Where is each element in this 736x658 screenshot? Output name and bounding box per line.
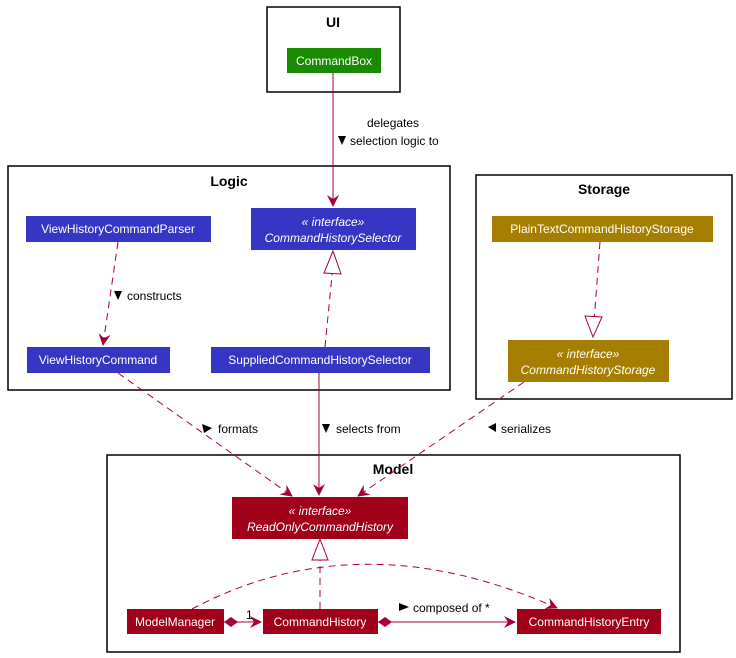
class-command-history-entry[interactable]: CommandHistoryEntry — [517, 609, 661, 634]
uml-class-diagram: UI Logic Storage Model delegates selecti… — [7, 6, 733, 653]
label-serializes: serializes — [501, 422, 551, 436]
class-plain-text-command-history-storage[interactable]: PlainTextCommandHistoryStorage — [492, 216, 713, 242]
class-name: CommandHistorySelector — [265, 231, 403, 245]
direction-arrow-icon — [322, 424, 330, 433]
label-selects-from: selects from — [336, 422, 401, 436]
package-title: UI — [326, 14, 340, 30]
class-name: ReadOnlyCommandHistory — [247, 520, 394, 534]
stereotype: « interface» — [557, 347, 620, 361]
class-name: CommandHistoryEntry — [529, 615, 650, 629]
direction-arrow-icon — [338, 136, 346, 145]
class-name: ViewHistoryCommandParser — [41, 222, 195, 236]
class-name: SuppliedCommandHistorySelector — [228, 353, 411, 367]
stereotype: « interface» — [289, 504, 352, 518]
label-constructs: constructs — [127, 289, 182, 303]
stereotype: « interface» — [302, 215, 365, 229]
label-selection-logic: selection logic to — [350, 134, 439, 148]
class-view-history-command-parser[interactable]: ViewHistoryCommandParser — [26, 216, 211, 242]
direction-arrow-icon — [202, 424, 212, 433]
class-name: ModelManager — [135, 615, 215, 629]
package-title: Model — [373, 461, 413, 477]
class-name: CommandBox — [296, 54, 372, 68]
class-name: CommandHistory — [274, 615, 367, 629]
interface-read-only-command-history[interactable]: « interface» ReadOnlyCommandHistory — [232, 497, 408, 539]
label-formats: formats — [218, 422, 258, 436]
class-model-manager[interactable]: ModelManager — [127, 609, 224, 634]
class-command-history[interactable]: CommandHistory — [263, 609, 378, 634]
class-name: PlainTextCommandHistoryStorage — [510, 222, 694, 236]
package-title: Storage — [578, 181, 630, 197]
label-multiplicity: 1 — [246, 608, 253, 622]
class-view-history-command[interactable]: ViewHistoryCommand — [27, 347, 170, 373]
label-delegates: delegates — [367, 116, 419, 130]
package-title: Logic — [210, 173, 248, 189]
interface-command-history-storage[interactable]: « interface» CommandHistoryStorage — [508, 340, 669, 382]
interface-command-history-selector[interactable]: « interface» CommandHistorySelector — [251, 208, 416, 250]
class-command-box[interactable]: CommandBox — [287, 48, 381, 73]
class-supplied-command-history-selector[interactable]: SuppliedCommandHistorySelector — [211, 347, 430, 373]
class-name: CommandHistoryStorage — [521, 363, 656, 377]
class-name: ViewHistoryCommand — [39, 353, 157, 367]
direction-arrow-icon — [488, 423, 496, 432]
label-composed-of: composed of * — [413, 601, 490, 615]
